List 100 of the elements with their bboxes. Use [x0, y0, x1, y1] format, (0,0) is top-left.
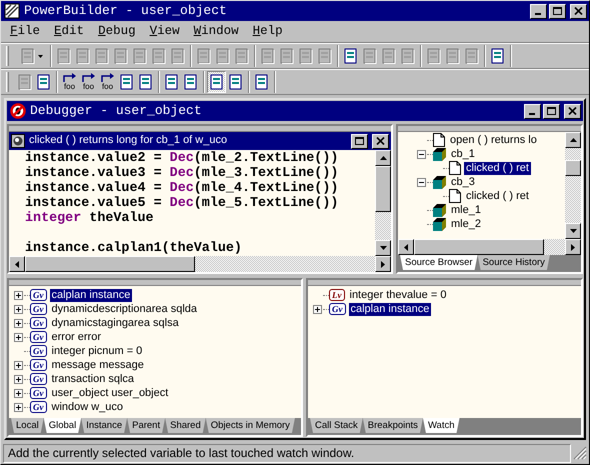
close-button[interactable] — [564, 104, 581, 118]
menu-item[interactable]: Help — [246, 23, 290, 40]
scope-badge: Gv — [30, 331, 46, 343]
expander-icon[interactable] — [417, 150, 426, 158]
scroll-up-button[interactable] — [565, 132, 581, 148]
code-line: instance.value4 = Dec(mle_4.TextLine()) — [25, 181, 340, 196]
scroll-right-button[interactable] — [565, 239, 581, 255]
tree-item[interactable]: dynamicdescriptionarea sqlda — [50, 302, 200, 316]
scroll-down-button[interactable] — [565, 223, 581, 239]
vertical-scrollbar[interactable] — [565, 132, 581, 239]
expander-icon[interactable] — [14, 290, 23, 300]
tree-item[interactable]: integer picnum = 0 — [50, 344, 144, 358]
tree-item[interactable]: mle_2 — [449, 218, 483, 230]
vertical-scrollbar[interactable] — [375, 150, 391, 256]
expander-icon[interactable] — [14, 332, 23, 342]
menu-item[interactable]: Window — [186, 23, 246, 40]
scroll-left-button[interactable] — [398, 239, 414, 255]
tool-icon — [400, 48, 416, 64]
tree-item[interactable]: user_object user_object — [50, 386, 170, 400]
tool-icon — [118, 74, 134, 90]
menu-item[interactable]: Debug — [91, 23, 143, 40]
tree-item[interactable]: calplan instance — [348, 302, 432, 316]
tab[interactable]: Global — [44, 418, 82, 433]
tree-item[interactable]: cb_1 — [449, 148, 477, 160]
menu-item[interactable]: File — [3, 23, 48, 40]
tool-icon — [342, 48, 358, 64]
tool-icon — [298, 48, 314, 64]
cube-icon — [433, 204, 446, 216]
expander-icon[interactable] — [14, 374, 23, 384]
tool-icon — [426, 48, 442, 64]
tab[interactable]: Objects in Memory — [206, 418, 295, 433]
tree-item[interactable]: integer thevalue = 0 — [348, 288, 448, 302]
page-icon — [433, 133, 445, 147]
tab[interactable]: Local — [11, 418, 44, 433]
scroll-thumb[interactable] — [414, 239, 544, 255]
scroll-thumb[interactable] — [375, 166, 391, 212]
tab[interactable]: Breakpoints — [362, 418, 423, 433]
code-editor[interactable] — [9, 150, 375, 256]
scroll-up-button[interactable] — [375, 150, 391, 166]
tool-icon — [196, 48, 212, 64]
close-button[interactable] — [372, 134, 389, 148]
tab[interactable]: Parent — [127, 418, 166, 433]
cube-icon — [433, 218, 446, 230]
maximize-button[interactable] — [549, 4, 566, 18]
maximize-button[interactable] — [543, 104, 560, 118]
tree-item[interactable]: cb_3 — [449, 176, 477, 188]
tab[interactable]: Source History — [478, 255, 550, 270]
scroll-down-button[interactable] — [375, 240, 391, 256]
minimize-button[interactable] — [530, 4, 547, 18]
tab[interactable]: Source Browser — [400, 255, 478, 270]
close-button[interactable] — [570, 4, 587, 18]
horizontal-scrollbar[interactable] — [9, 256, 391, 272]
tool-icon — [20, 48, 36, 64]
tree-item[interactable]: window w_uco — [50, 400, 126, 414]
expander-icon[interactable] — [14, 304, 23, 314]
tree-item[interactable]: clicked ( ) ret — [464, 190, 531, 202]
expander-icon[interactable] — [313, 304, 322, 314]
scroll-left-button[interactable] — [9, 256, 25, 272]
menu-item[interactable]: Edit — [47, 23, 92, 40]
expander-icon[interactable] — [14, 318, 23, 328]
tree-item[interactable]: clicked ( ) ret — [464, 162, 531, 174]
expander-icon[interactable] — [417, 178, 426, 186]
expander-icon[interactable] — [14, 388, 23, 398]
toolbar-button[interactable]: foo — [60, 71, 79, 93]
status-text: Add the currently selected variable to last touched watch window. — [3, 444, 571, 462]
scope-badge: Gv — [30, 359, 46, 371]
scroll-thumb[interactable] — [565, 160, 581, 176]
tree-item[interactable]: mle_1 — [449, 204, 483, 216]
tool-icon — [464, 48, 480, 64]
toolbar-button[interactable] — [207, 71, 226, 93]
maximize-button[interactable] — [351, 134, 368, 148]
tree-item[interactable]: calplan instance — [50, 288, 132, 302]
arrow-right-icon — [571, 244, 575, 250]
tree-item[interactable]: error error — [50, 330, 104, 344]
tool-icon — [182, 74, 198, 90]
tool-icon — [214, 48, 230, 64]
scroll-right-button[interactable] — [375, 256, 391, 272]
tree-item[interactable]: dynamicstagingarea sqlsa — [50, 316, 181, 330]
maximize-icon — [355, 137, 364, 145]
expander-icon[interactable] — [14, 360, 23, 370]
caret-icon — [38, 54, 42, 58]
expander-icon[interactable] — [14, 402, 23, 412]
tree-item[interactable]: open ( ) returns lo — [448, 134, 539, 146]
tab[interactable]: Watch — [422, 418, 460, 433]
tree-item[interactable]: message message — [50, 358, 146, 372]
menu-item[interactable]: View — [142, 23, 187, 40]
toolbar-button[interactable]: foo — [98, 71, 117, 93]
tool-icon — [150, 48, 166, 64]
minimize-button[interactable] — [524, 104, 541, 118]
window-title: PowerBuilder - user_object — [24, 3, 227, 19]
toolbar-button[interactable]: foo — [79, 71, 98, 93]
horizontal-scrollbar[interactable] — [398, 239, 581, 255]
tree-item[interactable]: transaction sqlca — [50, 372, 136, 386]
scroll-thumb[interactable] — [25, 256, 195, 272]
tab[interactable]: Call Stack — [310, 418, 363, 433]
arrow-right-icon — [381, 260, 385, 268]
tab[interactable]: Instance — [81, 418, 128, 433]
tab[interactable]: Shared — [165, 418, 206, 433]
tool-icon — [362, 48, 378, 64]
code-line: integer theValue — [25, 211, 155, 226]
